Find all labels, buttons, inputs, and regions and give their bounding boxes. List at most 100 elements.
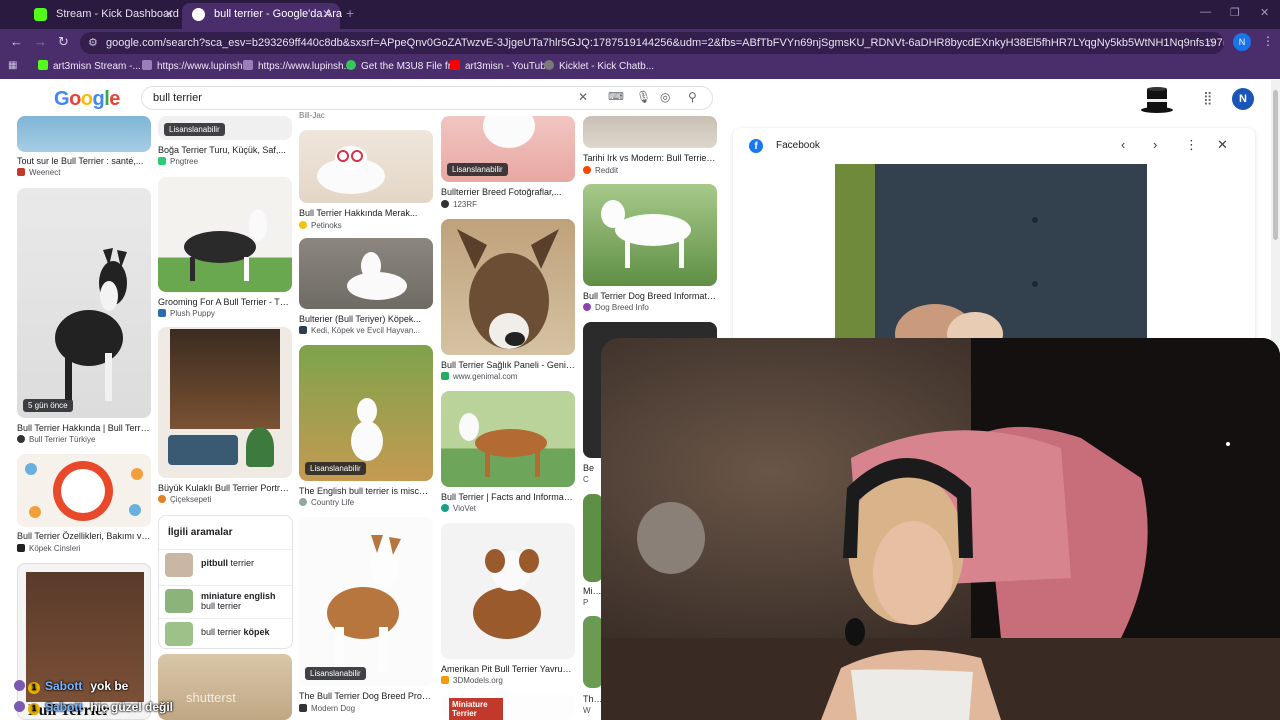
result-image[interactable]: [158, 177, 292, 292]
site-info-icon[interactable]: ⚙: [88, 32, 98, 54]
related-item-miniature[interactable]: miniature english bull terrier: [159, 585, 292, 617]
result-image[interactable]: Lisanslanabilir: [299, 517, 433, 686]
result-source[interactable]: C: [583, 475, 589, 484]
related-item-kopek[interactable]: bull terrier köpek: [159, 618, 292, 648]
result-image[interactable]: Lisanslanabilir: [441, 116, 575, 182]
search-icon[interactable]: ⚲: [688, 90, 697, 104]
result-title[interactable]: Bull Terrier | Facts and Informati...: [441, 492, 575, 502]
new-tab-icon[interactable]: +: [346, 5, 354, 21]
previous-icon[interactable]: ‹: [1121, 137, 1125, 152]
bookmark-item[interactable]: Kicklet - Kick Chatb...: [544, 60, 654, 72]
close-tab-icon[interactable]: ✕: [322, 3, 332, 25]
google-apps-icon[interactable]: ⣿: [1203, 90, 1213, 106]
search-box[interactable]: ✕ ⌨ 🎙 ◎ ⚲: [141, 86, 713, 110]
result-image[interactable]: Lisanslanabilir: [299, 345, 433, 481]
result-title[interactable]: Boğa Terrier Turu, Küçük, Saf,...: [158, 145, 292, 155]
top-hat-doodle-icon[interactable]: [1140, 84, 1174, 114]
result-title[interactable]: Bullterrier Breed Fotoğraflar,...: [441, 187, 575, 197]
result-image[interactable]: [299, 130, 433, 203]
result-title[interactable]: Bull Terrier Dog Breed Informatio...: [583, 291, 717, 301]
microphone-icon[interactable]: 🎙: [636, 90, 651, 104]
close-panel-icon[interactable]: ✕: [1217, 137, 1228, 153]
bookmark-star-icon[interactable]: ☆: [1205, 32, 1216, 54]
result-title[interactable]: Grooming For A Bull Terrier - The...: [158, 297, 292, 307]
close-tab-icon[interactable]: ✕: [164, 3, 174, 25]
maximize-icon[interactable]: ❐: [1230, 6, 1240, 19]
more-options-icon[interactable]: ⋮: [1185, 137, 1198, 153]
result-source[interactable]: www.genimal.com: [441, 372, 517, 381]
result-image[interactable]: [583, 116, 717, 148]
panel-source-title[interactable]: Facebook: [776, 140, 820, 151]
result-title[interactable]: Bull Terrier Hakkında | Bull Terrie...: [17, 423, 151, 433]
result-title[interactable]: Minia: [583, 586, 603, 596]
chat-username[interactable]: Sabott: [45, 700, 82, 714]
result-source[interactable]: Modern Dog: [299, 704, 355, 713]
result-source[interactable]: Pngtree: [158, 157, 198, 166]
browser-menu-icon[interactable]: ⋮: [1262, 34, 1274, 48]
result-source[interactable]: Plush Puppy: [158, 309, 215, 318]
result-source[interactable]: VioVet: [441, 504, 476, 513]
result-title[interactable]: Bull Terrier Sağlık Paneli - Genim...: [441, 360, 575, 370]
bookmark-item[interactable]: art3misn Stream -...: [38, 60, 141, 72]
result-source[interactable]: Bull Terrier Türkiye: [17, 435, 95, 444]
scrollbar-thumb[interactable]: [1273, 90, 1278, 240]
result-source[interactable]: Petinoks: [299, 221, 342, 230]
result-image[interactable]: [441, 391, 575, 487]
result-image[interactable]: [299, 238, 433, 309]
result-image[interactable]: shutterst: [158, 654, 292, 720]
result-image[interactable]: [583, 616, 603, 688]
profile-avatar[interactable]: N: [1233, 33, 1251, 51]
result-image[interactable]: Lisanslanabilir: [158, 116, 292, 140]
keyboard-icon[interactable]: ⌨: [608, 90, 624, 103]
tab-google-search[interactable]: bull terrier - Google'da Ara ✕: [182, 3, 342, 29]
result-image[interactable]: [441, 219, 575, 355]
clear-icon[interactable]: ✕: [578, 90, 588, 104]
result-image[interactable]: [441, 523, 575, 659]
result-source[interactable]: Reddit: [583, 166, 618, 175]
bookmark-item[interactable]: art3misn - YouTube: [450, 60, 551, 72]
account-avatar[interactable]: N: [1232, 88, 1254, 110]
chat-username[interactable]: Sabott: [45, 679, 82, 693]
related-item-pitbull[interactable]: pitbull terrier: [159, 549, 292, 579]
result-title[interactable]: The English bull terrier is mischi...: [299, 486, 433, 496]
result-title[interactable]: Tout sur le Bull Terrier : santé,...: [17, 156, 151, 166]
result-title[interactable]: Be: [583, 463, 599, 473]
address-bar[interactable]: ⚙ google.com/search?sca_esv=b293269ff440…: [80, 32, 1224, 54]
result-title[interactable]: Bulterier (Bull Teriyer) Köpek...: [299, 314, 433, 324]
result-source[interactable]: Çiçeksepeti: [158, 495, 211, 504]
result-source[interactable]: Dog Breed Info: [583, 303, 649, 312]
result-source[interactable]: Country Life: [299, 498, 354, 507]
result-image[interactable]: 5 gün önce: [17, 188, 151, 418]
result-source[interactable]: Weenect: [17, 168, 60, 177]
result-source[interactable]: 3DModels.org: [441, 676, 503, 685]
tab-kick-dashboard[interactable]: Stream - Kick Dashboard ✕: [24, 3, 182, 29]
result-image[interactable]: Miniature Terrier: [441, 694, 575, 720]
forward-icon[interactable]: →: [34, 34, 47, 49]
result-title[interactable]: Bull Terrier Özellikleri, Bakımı ve...: [17, 531, 151, 541]
apps-grid-icon[interactable]: ▦: [8, 60, 17, 71]
minimize-icon[interactable]: —: [1200, 6, 1211, 18]
result-image[interactable]: [17, 454, 151, 527]
bookmark-item[interactable]: Get the M3U8 File fr...: [346, 60, 459, 72]
result-source[interactable]: Kedi, Köpek ve Evcil Hayvan...: [299, 326, 420, 335]
next-icon[interactable]: ›: [1153, 137, 1157, 152]
bookmark-item[interactable]: https://www.lupinsh...: [142, 60, 251, 72]
result-source[interactable]: Bill-Jac: [299, 111, 325, 120]
result-title[interactable]: Büyük Kulaklı Bull Terrier Portres...: [158, 483, 292, 493]
result-source[interactable]: 123RF: [441, 200, 477, 209]
back-icon[interactable]: ←: [10, 34, 23, 49]
result-image[interactable]: [158, 327, 292, 478]
result-source[interactable]: Köpek Cinsleri: [17, 544, 81, 553]
bookmark-item[interactable]: https://www.lupinsh...: [243, 60, 352, 72]
result-source[interactable]: P: [583, 598, 588, 607]
result-image[interactable]: Bull Terrier: [17, 563, 151, 720]
result-title[interactable]: The Bull Terrier Dog Breed Profil...: [299, 691, 433, 701]
preview-image[interactable]: [835, 164, 1147, 348]
result-image[interactable]: [583, 494, 603, 582]
close-window-icon[interactable]: ✕: [1260, 6, 1269, 19]
search-input[interactable]: [153, 90, 553, 106]
lens-icon[interactable]: ◎: [660, 90, 670, 104]
result-title[interactable]: Amerikan Pit Bull Terrier Yavrusu...: [441, 664, 575, 674]
result-title[interactable]: Tarihi Irk vs Modern: Bull Terrier :...: [583, 153, 717, 163]
result-image[interactable]: [17, 116, 151, 152]
